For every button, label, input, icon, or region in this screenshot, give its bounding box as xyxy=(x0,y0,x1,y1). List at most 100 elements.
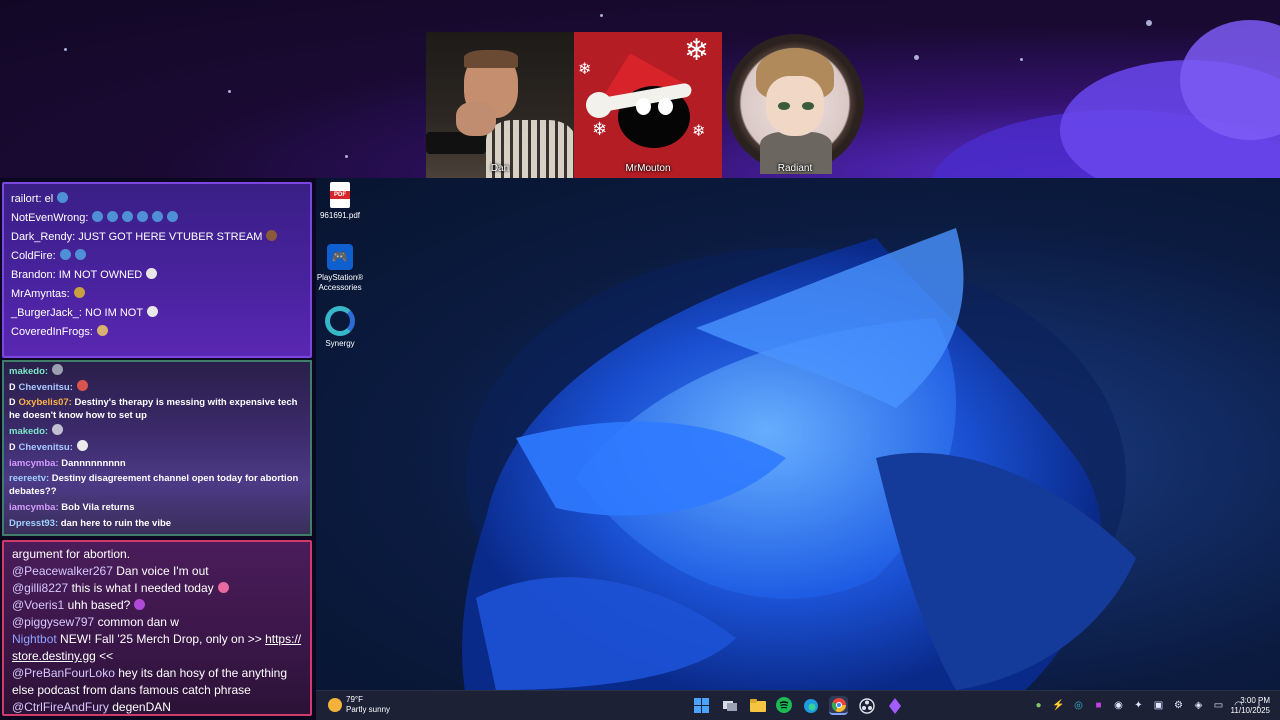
webcam-radiant: Radiant xyxy=(722,32,868,178)
chat-message: D Chevenitsu: xyxy=(9,440,310,456)
chat-text: degenDAN xyxy=(112,700,171,714)
emote-icon xyxy=(167,211,179,222)
emote-icon xyxy=(74,249,86,260)
snowflake-icon: ❄ xyxy=(578,61,592,78)
file-explorer-icon[interactable] xyxy=(748,696,767,715)
spotify-icon[interactable] xyxy=(776,697,792,713)
emote-icon xyxy=(122,211,134,222)
avatar-eye xyxy=(636,98,651,115)
chat-text: el xyxy=(44,193,54,205)
santa-hat-pom xyxy=(586,92,612,118)
chat-message: Dark_Rendy: JUST GOT HERE VTUBER STREAM xyxy=(11,228,310,247)
desktop-icon-pdf[interactable]: PDF 961691.pdf xyxy=(316,182,364,221)
emote-icon xyxy=(92,211,104,222)
chat-panel-top: railort: el NotEvenWrong: Dark_Rendy: JU… xyxy=(2,182,312,358)
desktop-icon-playstation-accessories[interactable]: 🎮 PlayStation® Accessories xyxy=(316,244,364,293)
windows-bloom-wallpaper xyxy=(462,228,1136,690)
snowflake-icon: ❄ xyxy=(684,34,710,67)
avatar-eye xyxy=(802,102,814,110)
tray-app-icon[interactable]: ◈ xyxy=(1192,699,1205,712)
emote-icon xyxy=(152,211,164,222)
chat-panel-bottom: argument for abortion. @Peacewalker267 D… xyxy=(2,540,312,716)
snowflake-icon: ❄ xyxy=(592,119,608,139)
desktop-icon-synergy[interactable]: Synergy xyxy=(316,306,364,349)
tray-app-icon[interactable]: ● xyxy=(1032,699,1045,712)
tray-network-icon[interactable]: ✦ xyxy=(1132,699,1145,712)
task-view-icon[interactable] xyxy=(720,696,739,715)
tray-bolt-icon[interactable]: ⚡ xyxy=(1052,699,1065,712)
dan-hand xyxy=(456,102,496,136)
chat-message: ColdFire: xyxy=(11,247,310,266)
star xyxy=(600,14,603,17)
star xyxy=(1146,20,1152,26)
star xyxy=(1020,58,1023,61)
tray-sync-icon[interactable]: ◎ xyxy=(1072,699,1085,712)
chat-text: IM NOT OWNED xyxy=(58,269,143,281)
edge-icon[interactable] xyxy=(801,696,820,715)
avatar-eye xyxy=(658,98,673,115)
tray-app-icon[interactable]: ■ xyxy=(1092,699,1105,712)
emote-icon xyxy=(96,325,108,336)
taskbar: 79°F Partly sunny ● ⚡ ◎ ■ ◉ ✦ ▣ ⚙ ◈ ▭ ◠ … xyxy=(316,690,1280,720)
chat-username: @Voeris1 xyxy=(12,598,65,612)
chat-username: Chevenitsu: xyxy=(18,382,73,393)
chat-username: @gilli8227 xyxy=(12,581,69,595)
chat-text: Dan voice I'm out xyxy=(116,564,209,578)
chat-text: Dannnnnnnnn xyxy=(61,458,126,469)
chat-text: JUST GOT HERE VTUBER STREAM xyxy=(78,231,263,243)
chat-text: Destiny disagreement channel open today … xyxy=(9,473,299,497)
chat-message: Dpresst93: dan here to ruin the vibe xyxy=(9,516,310,532)
chat-username: @PreBanFourLoko xyxy=(12,666,115,680)
subscriber-badge-icon: D xyxy=(9,382,16,392)
chat-text: this is what I needed today xyxy=(71,581,214,595)
weather-widget[interactable]: 79°F Partly sunny xyxy=(328,695,390,715)
chat-username: _BurgerJack_: xyxy=(11,307,82,319)
tray-settings-icon[interactable]: ⚙ xyxy=(1172,699,1185,712)
chat-username: MrAmyntas: xyxy=(11,288,70,300)
chrome-icon[interactable] xyxy=(829,696,848,715)
tray-monitor-icon[interactable]: ▭ xyxy=(1212,699,1225,712)
weather-temperature: 79°F xyxy=(346,695,363,704)
chat-message: _BurgerJack_: NO IM NOT xyxy=(11,304,310,323)
chat-message: D Oxybelis07: Destiny's therapy is messin… xyxy=(9,396,310,424)
chat-message: @gilli8227 this is what I needed today xyxy=(12,580,310,597)
weather-condition: Partly sunny xyxy=(346,705,391,714)
emote-icon xyxy=(59,249,71,260)
pdf-file-icon: PDF xyxy=(330,182,350,208)
chat-message: @PreBanFourLoko hey its dan hosy of the … xyxy=(12,665,304,699)
chat-message: @CtrlFireAndFury degenDAN xyxy=(12,699,310,716)
chat-message-nightbot: Nightbot NEW! Fall '25 Merch Drop, only … xyxy=(12,631,304,665)
chat-username: Chevenitsu: xyxy=(18,442,73,453)
emote-icon xyxy=(146,268,158,279)
obs-icon[interactable] xyxy=(857,696,876,715)
start-icon[interactable] xyxy=(692,696,711,715)
tray-app-icon[interactable]: ▣ xyxy=(1152,699,1165,712)
chat-text: common dan w xyxy=(97,615,179,629)
clock-time: 3:00 PM xyxy=(1240,696,1270,705)
star xyxy=(345,155,348,158)
chat-message: iamcymba: Dannnnnnnnn xyxy=(9,456,310,472)
chat-username: makedo: xyxy=(9,426,49,437)
chat-message-continued: argument for abortion. xyxy=(12,547,131,561)
taskbar-clock[interactable]: 3:00 PM 11/10/2025 xyxy=(1231,696,1270,716)
subscriber-badge-icon: D xyxy=(9,397,16,407)
star xyxy=(64,48,67,51)
subscriber-badge-icon: D xyxy=(9,442,16,452)
chat-message: NotEvenWrong: xyxy=(11,209,310,228)
chat-username: iamcymba: xyxy=(9,502,59,513)
chat-username: @CtrlFireAndFury xyxy=(12,700,109,714)
star xyxy=(228,90,231,93)
chat-message: railort: el xyxy=(11,190,310,209)
chat-text: << xyxy=(95,649,114,663)
webcam-name-mrmouton: MrMouton xyxy=(625,163,671,174)
webcam-name-radiant: Radiant xyxy=(777,163,813,174)
vtuber-app-icon[interactable] xyxy=(885,696,904,715)
chat-username: iamcymba: xyxy=(9,458,59,469)
chat-message: @piggysew797 common dan w xyxy=(12,614,310,631)
webcam-name-dan: Dan xyxy=(490,163,510,174)
desktop-icon-label: PlayStation® Accessories xyxy=(316,273,364,292)
chat-message: makedo: xyxy=(9,424,310,440)
chat-message: makedo: xyxy=(9,364,310,380)
steam-icon[interactable]: ◉ xyxy=(1112,699,1125,712)
partly-sunny-icon xyxy=(328,698,342,712)
